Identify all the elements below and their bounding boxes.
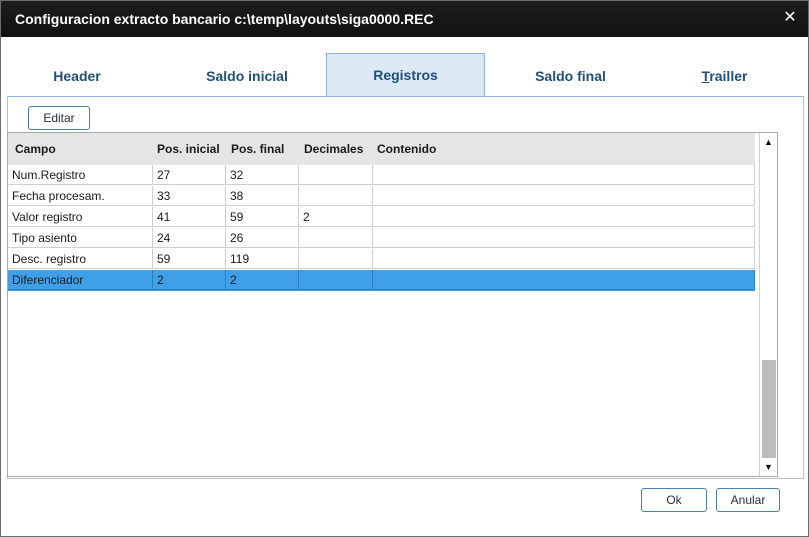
cell-campo[interactable]: Desc. registro xyxy=(8,249,153,269)
cell-decimales[interactable] xyxy=(299,228,373,248)
cell-pos-inicial[interactable]: 2 xyxy=(153,270,226,290)
cell-contenido[interactable] xyxy=(373,249,755,269)
cell-decimales[interactable] xyxy=(299,270,373,290)
cell-decimales[interactable] xyxy=(299,186,373,206)
cell-decimales[interactable] xyxy=(299,165,373,185)
cell-campo[interactable]: Tipo asiento xyxy=(8,228,153,248)
cell-pos-inicial[interactable]: 27 xyxy=(153,165,226,185)
cell-campo[interactable]: Num.Registro xyxy=(8,165,153,185)
edit-button[interactable]: Editar xyxy=(28,106,90,130)
title-bar: Configuracion extracto bancario c:\temp\… xyxy=(1,1,808,37)
column-header-campo[interactable]: Campo xyxy=(12,133,155,165)
tab-saldo-inicial[interactable]: Saldo inicial xyxy=(167,53,327,95)
tab-strip: Header Saldo inicial Registros Saldo fin… xyxy=(7,53,804,97)
cell-contenido[interactable] xyxy=(373,186,755,206)
cell-pos-final[interactable]: 26 xyxy=(226,228,299,248)
vertical-scrollbar[interactable]: ▲ ▼ xyxy=(759,133,777,476)
cell-pos-inicial[interactable]: 59 xyxy=(153,249,226,269)
cell-pos-inicial[interactable]: 33 xyxy=(153,186,226,206)
cell-contenido[interactable] xyxy=(373,228,755,248)
cell-contenido[interactable] xyxy=(373,165,755,185)
table-row[interactable]: Desc. registro 59 119 xyxy=(8,249,755,270)
tab-saldo-final[interactable]: Saldo final xyxy=(493,53,648,95)
column-header-pos-inicial[interactable]: Pos. inicial xyxy=(154,133,227,165)
column-header-pos-final[interactable]: Pos. final xyxy=(228,133,302,165)
cell-decimales[interactable]: 2 xyxy=(299,207,373,227)
cancel-button[interactable]: Anular xyxy=(716,488,780,512)
grid-header: Campo Pos. inicial Pos. final Decimales … xyxy=(8,133,755,165)
scroll-down-icon[interactable]: ▼ xyxy=(762,460,775,474)
cell-campo[interactable]: Fecha procesam. xyxy=(8,186,153,206)
cell-campo[interactable]: Diferenciador xyxy=(8,270,153,290)
cell-pos-inicial[interactable]: 41 xyxy=(153,207,226,227)
ok-button[interactable]: Ok xyxy=(641,488,707,512)
column-header-contenido[interactable]: Contenido xyxy=(374,133,577,165)
table-row[interactable]: Num.Registro 27 32 xyxy=(8,165,755,186)
fields-grid: Campo Pos. inicial Pos. final Decimales … xyxy=(7,132,778,477)
cell-pos-final[interactable]: 119 xyxy=(226,249,299,269)
grid-body: Num.Registro 27 32 Fecha procesam. 33 38 Valor… xyxy=(8,165,755,291)
dialog-window: Configuracion extracto bancario c:\temp\… xyxy=(0,0,809,537)
cell-pos-final[interactable]: 38 xyxy=(226,186,299,206)
close-icon[interactable]: ✕ xyxy=(780,8,800,28)
cell-pos-final[interactable]: 59 xyxy=(226,207,299,227)
table-row[interactable]: Fecha procesam. 33 38 xyxy=(8,186,755,207)
cell-contenido[interactable] xyxy=(373,207,755,227)
table-row[interactable]: Tipo asiento 24 26 xyxy=(8,228,755,249)
tab-trailler[interactable]: Trailler xyxy=(662,53,787,95)
tab-registros[interactable]: Registros xyxy=(326,53,485,96)
column-header-decimales[interactable]: Decimales xyxy=(301,133,376,165)
cell-contenido[interactable] xyxy=(373,270,755,290)
table-row[interactable]: Diferenciador 2 2 xyxy=(8,270,755,291)
cell-pos-final[interactable]: 32 xyxy=(226,165,299,185)
cell-campo[interactable]: Valor registro xyxy=(8,207,153,227)
cell-pos-inicial[interactable]: 24 xyxy=(153,228,226,248)
table-row[interactable]: Valor registro 41 59 2 xyxy=(8,207,755,228)
tab-trailler-label: railler xyxy=(709,68,748,84)
scroll-thumb[interactable] xyxy=(762,360,776,458)
scroll-up-icon[interactable]: ▲ xyxy=(762,135,775,149)
cell-decimales[interactable] xyxy=(299,249,373,269)
cell-pos-final[interactable]: 2 xyxy=(226,270,299,290)
tab-header[interactable]: Header xyxy=(7,53,147,95)
window-title: Configuracion extracto bancario c:\temp\… xyxy=(15,11,434,27)
